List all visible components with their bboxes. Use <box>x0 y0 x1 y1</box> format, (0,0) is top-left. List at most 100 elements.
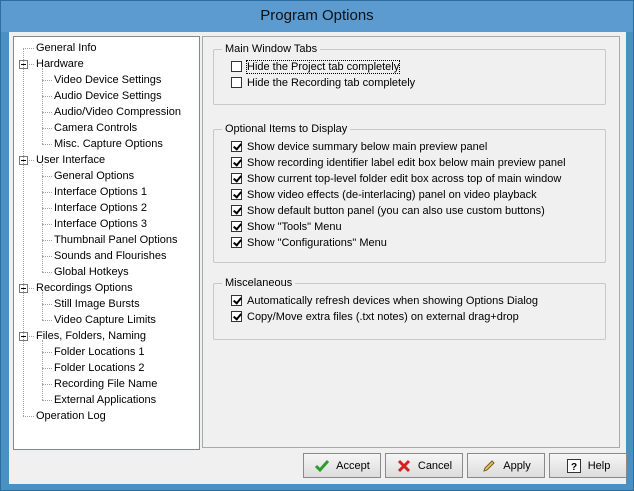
tree-connector <box>42 224 52 225</box>
tree-item[interactable]: Hardware <box>36 56 84 72</box>
help-icon: ? <box>566 458 582 474</box>
tree-item[interactable]: User Interface <box>36 152 105 168</box>
tree-item[interactable]: Folder Locations 2 <box>54 360 145 376</box>
tree-connector <box>42 400 52 401</box>
tree-item[interactable]: Audio/Video Compression <box>54 104 181 120</box>
option-checkbox[interactable]: Hide the Recording tab completely <box>231 76 415 92</box>
accept-button[interactable]: Accept <box>303 453 381 478</box>
checkmark-icon <box>314 458 330 474</box>
option-checkbox[interactable]: Copy/Move extra files (.txt notes) on ex… <box>231 310 519 326</box>
tree-item[interactable]: General Info <box>36 40 97 56</box>
tree-item[interactable]: Recordings Options <box>36 280 133 296</box>
tree-connector <box>23 48 24 416</box>
tree-connector <box>42 240 52 241</box>
option-checkbox[interactable]: Show "Configurations" Menu <box>231 236 387 252</box>
tree-item[interactable]: Folder Locations 1 <box>54 344 145 360</box>
tree-item[interactable]: Global Hotkeys <box>54 264 129 280</box>
tree-item-label: Recordings Options <box>36 282 133 294</box>
tree-item-label: Files, Folders, Naming <box>36 330 147 342</box>
checked-checkbox-icon[interactable] <box>231 205 242 216</box>
option-checkbox[interactable]: Hide the Project tab completely <box>231 60 401 76</box>
optional-items-group: Optional Items to Display Show device su… <box>213 122 606 263</box>
tree-item[interactable]: Audio Device Settings <box>54 88 162 104</box>
checked-checkbox-icon[interactable] <box>231 221 242 232</box>
checked-checkbox-icon[interactable] <box>231 189 242 200</box>
tree-item[interactable]: Interface Options 2 <box>54 200 147 216</box>
tree-item-label: General Options <box>54 170 135 182</box>
checked-checkbox-icon[interactable] <box>231 141 242 152</box>
tree-item[interactable]: Still Image Bursts <box>54 296 140 312</box>
option-label: Show recording identifier label edit box… <box>247 157 566 169</box>
tree-connector <box>42 320 52 321</box>
main-window-tabs-group: Main Window Tabs Hide the Project tab co… <box>213 42 606 105</box>
tree-item[interactable]: General Options <box>54 168 134 184</box>
title-bar[interactable]: Program Options <box>1 1 633 32</box>
tree-item[interactable]: Interface Options 3 <box>54 216 147 232</box>
tree-connector <box>42 192 52 193</box>
tree-item[interactable]: Files, Folders, Naming <box>36 328 146 344</box>
checked-checkbox-icon[interactable] <box>231 237 242 248</box>
option-checkbox[interactable]: Show video effects (de-interlacing) pane… <box>231 188 537 204</box>
tree-item[interactable]: Video Capture Limits <box>54 312 156 328</box>
option-label: Show "Tools" Menu <box>247 221 342 233</box>
tree-item-label: Misc. Capture Options <box>54 138 163 150</box>
tree-item[interactable]: Video Device Settings <box>54 72 161 88</box>
option-checkbox[interactable]: Show device summary below main preview p… <box>231 140 487 156</box>
tree-item[interactable]: External Applications <box>54 392 156 408</box>
tree-item[interactable]: Recording File Name <box>54 376 157 392</box>
apply-button[interactable]: Apply <box>467 453 545 478</box>
tree-item-label: Camera Controls <box>54 122 138 134</box>
tree-connector <box>42 384 52 385</box>
apply-label: Apply <box>503 459 531 472</box>
option-label: Copy/Move extra files (.txt notes) on ex… <box>247 311 519 323</box>
checked-checkbox-icon[interactable] <box>231 173 242 184</box>
unchecked-checkbox-icon[interactable] <box>231 77 242 88</box>
tree-item-label: Interface Options 3 <box>54 218 147 230</box>
tree-item-label: Recording File Name <box>54 378 158 390</box>
tree-item[interactable]: Thumbnail Panel Options <box>54 232 178 248</box>
tree-connector <box>42 304 52 305</box>
option-label: Show current top-level folder edit box a… <box>247 173 562 185</box>
tree-item[interactable]: Interface Options 1 <box>54 184 147 200</box>
tree-connector <box>42 128 52 129</box>
tree-connector <box>42 352 52 353</box>
option-label: Show device summary below main preview p… <box>247 141 488 153</box>
tree-item[interactable]: Misc. Capture Options <box>54 136 163 152</box>
option-label: Hide the Recording tab completely <box>247 77 416 89</box>
tree-item-label: Video Device Settings <box>54 74 162 86</box>
tree-item-label: Audio/Video Compression <box>54 106 181 118</box>
tree-item-label: Hardware <box>36 58 84 70</box>
cancel-button[interactable]: Cancel <box>385 453 463 478</box>
unchecked-checkbox-icon[interactable] <box>231 61 242 72</box>
tree-item-label: Sounds and Flourishes <box>54 250 167 262</box>
option-label: Show default button panel (you can also … <box>247 205 545 217</box>
option-checkbox[interactable]: Show recording identifier label edit box… <box>231 156 566 172</box>
option-checkbox[interactable]: Show "Tools" Menu <box>231 220 342 236</box>
window-title: Program Options <box>260 7 374 24</box>
tree-item[interactable]: Operation Log <box>36 408 106 424</box>
tree-connector <box>42 144 52 145</box>
option-checkbox[interactable]: Show current top-level folder edit box a… <box>231 172 561 188</box>
checked-checkbox-icon[interactable] <box>231 311 242 322</box>
checked-checkbox-icon[interactable] <box>231 157 242 168</box>
tree-item[interactable]: Sounds and Flourishes <box>54 248 167 264</box>
checked-checkbox-icon[interactable] <box>231 295 242 306</box>
cancel-label: Cancel <box>417 459 453 472</box>
tree-connector <box>42 256 52 257</box>
tree-connector <box>42 272 52 273</box>
option-label: Show video effects (de-interlacing) pane… <box>247 189 537 201</box>
option-checkbox[interactable]: Show default button panel (you can also … <box>231 204 545 220</box>
tree-item-label: Global Hotkeys <box>54 266 129 278</box>
program-options-window: Program Options General Info Hardware Vide… <box>0 0 634 491</box>
tree-item-label: Interface Options 1 <box>54 186 147 198</box>
tree-item-label: Operation Log <box>36 410 106 422</box>
option-checkbox[interactable]: Automatically refresh devices when showi… <box>231 294 538 310</box>
tree-item[interactable]: Camera Controls <box>54 120 137 136</box>
tree-connector <box>42 340 43 400</box>
pencil-icon <box>481 458 497 474</box>
tree-connector <box>42 80 52 81</box>
help-button[interactable]: ? Help <box>549 453 627 478</box>
x-icon <box>396 458 412 474</box>
group-title: Main Window Tabs <box>222 42 321 56</box>
options-tree[interactable]: General Info Hardware Video Device Setting… <box>13 36 200 450</box>
